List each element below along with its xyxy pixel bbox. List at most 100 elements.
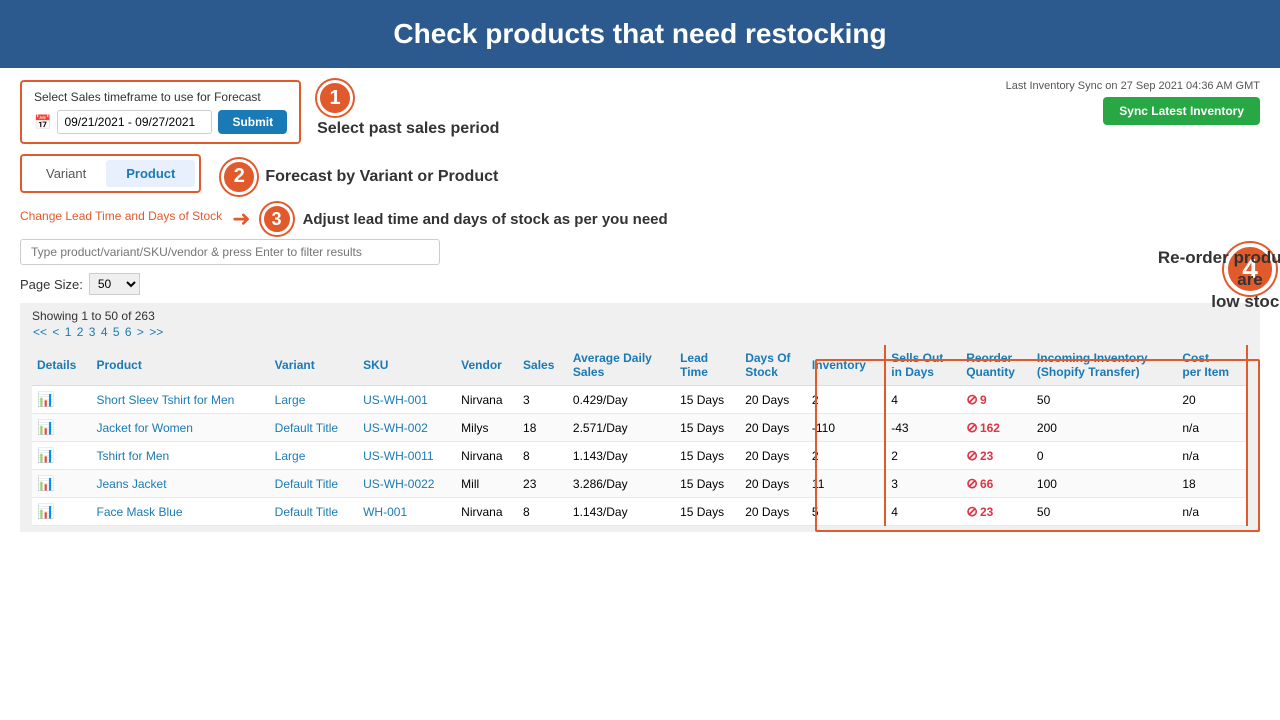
page-next[interactable]: > — [137, 325, 144, 339]
page-1[interactable]: 1 — [65, 325, 72, 339]
forecast-box: Select Sales timeframe to use for Foreca… — [20, 80, 301, 144]
submit-button[interactable]: Submit — [218, 110, 287, 134]
page-6[interactable]: 6 — [125, 325, 132, 339]
cell-cost: n/a — [1177, 414, 1247, 442]
cell-sells-out: -43 — [885, 414, 961, 442]
product-link[interactable]: Jeans Jacket — [96, 477, 166, 491]
col-sells-out: Sells Outin Days — [885, 345, 961, 386]
cell-lead-time: 15 Days — [675, 470, 740, 498]
cell-cost: 20 — [1177, 386, 1247, 414]
page-size-select[interactable]: 50 25 100 — [89, 273, 140, 295]
cell-lead-time: 15 Days — [675, 414, 740, 442]
page-last[interactable]: >> — [149, 325, 163, 339]
cell-product: Tshirt for Men — [91, 442, 269, 470]
pagination: << < 1 2 3 4 5 6 > >> — [32, 325, 1248, 339]
product-link[interactable]: Tshirt for Men — [96, 449, 169, 463]
cell-reorder-qty: ⊘66 — [961, 470, 1032, 498]
table-row: 📊Tshirt for MenLargeUS-WH-0011Nirvana81.… — [32, 442, 1247, 470]
page-header: Check products that need restocking — [0, 0, 1280, 68]
chart-icon[interactable]: 📊 — [37, 503, 54, 519]
cell-avg-daily: 0.429/Day — [568, 386, 675, 414]
lead-time-link[interactable]: Change Lead Time and Days of Stock — [20, 209, 222, 223]
sync-section: Last Inventory Sync on 27 Sep 2021 04:36… — [1006, 80, 1260, 125]
cell-variant: Large — [270, 386, 358, 414]
cell-days-stock: 20 Days — [740, 470, 807, 498]
annotation-bubble-2: 2 — [221, 159, 257, 195]
data-table: Details Product Variant SKU Vendor Sales… — [32, 345, 1248, 526]
page-2[interactable]: 2 — [77, 325, 84, 339]
col-days-stock: Days OfStock — [740, 345, 807, 386]
variant-text: Default Title — [275, 421, 338, 435]
sku-link[interactable]: WH-001 — [363, 505, 407, 519]
lead-time-row: Change Lead Time and Days of Stock ➜ 3 A… — [20, 203, 1260, 235]
col-variant: Variant — [270, 345, 358, 386]
page-3[interactable]: 3 — [89, 325, 96, 339]
cell-avg-daily: 2.571/Day — [568, 414, 675, 442]
tab-variant[interactable]: Variant — [26, 160, 106, 187]
error-icon: ⊘ — [966, 447, 978, 463]
cell-details: 📊 — [32, 442, 91, 470]
cell-variant: Default Title — [270, 470, 358, 498]
sku-link[interactable]: US-WH-0022 — [363, 477, 434, 491]
cell-product: Short Sleev Tshirt for Men — [91, 386, 269, 414]
cell-incoming: 0 — [1032, 442, 1177, 470]
table-row: 📊Jacket for WomenDefault TitleUS-WH-002M… — [32, 414, 1247, 442]
page-4[interactable]: 4 — [101, 325, 108, 339]
col-reorder-qty: ReorderQuantity — [961, 345, 1032, 386]
sku-link[interactable]: US-WH-001 — [363, 393, 428, 407]
cell-sells-out: 3 — [885, 470, 961, 498]
cell-sells-out: 4 — [885, 498, 961, 526]
cell-days-stock: 20 Days — [740, 386, 807, 414]
cell-days-stock: 20 Days — [740, 498, 807, 526]
page-first[interactable]: << — [33, 325, 47, 339]
cell-product: Jacket for Women — [91, 414, 269, 442]
cell-inventory: 2 — [807, 386, 885, 414]
col-cost: Costper Item — [1177, 345, 1247, 386]
chart-icon[interactable]: 📊 — [37, 475, 54, 491]
cell-inventory: 11 — [807, 470, 885, 498]
chart-icon[interactable]: 📊 — [37, 419, 54, 435]
chart-icon[interactable]: 📊 — [37, 447, 54, 463]
cell-details: 📊 — [32, 498, 91, 526]
cell-reorder-qty: ⊘23 — [961, 498, 1032, 526]
cell-avg-daily: 3.286/Day — [568, 470, 675, 498]
variant-product-tabs: Variant Product — [20, 154, 201, 193]
tabs-row: Variant Product 2 Forecast by Variant or… — [20, 154, 1260, 199]
product-link[interactable]: Face Mask Blue — [96, 505, 182, 519]
annotation-text-4: Re-order products that are low stock — [1150, 247, 1280, 313]
chart-icon[interactable]: 📊 — [37, 391, 54, 407]
cell-cost: 18 — [1177, 470, 1247, 498]
sku-link[interactable]: US-WH-0011 — [363, 449, 433, 463]
cell-vendor: Nirvana — [456, 498, 518, 526]
variant-text: Default Title — [275, 505, 338, 519]
page-5[interactable]: 5 — [113, 325, 120, 339]
cell-incoming: 100 — [1032, 470, 1177, 498]
col-product: Product — [91, 345, 269, 386]
cell-variant: Large — [270, 442, 358, 470]
forecast-label: Select Sales timeframe to use for Foreca… — [34, 90, 287, 104]
tab-product[interactable]: Product — [106, 160, 195, 187]
product-link[interactable]: Short Sleev Tshirt for Men — [96, 393, 234, 407]
filter-input[interactable] — [20, 239, 440, 265]
error-icon: ⊘ — [966, 503, 978, 519]
cell-inventory: -110 — [807, 414, 885, 442]
product-link[interactable]: Jacket for Women — [96, 421, 192, 435]
cell-sku: US-WH-001 — [358, 386, 456, 414]
cell-variant: Default Title — [270, 414, 358, 442]
col-lead-time: LeadTime — [675, 345, 740, 386]
cell-sku: WH-001 — [358, 498, 456, 526]
cell-lead-time: 15 Days — [675, 442, 740, 470]
date-range-input[interactable] — [57, 110, 212, 134]
cell-incoming: 200 — [1032, 414, 1177, 442]
page-prev[interactable]: < — [52, 325, 59, 339]
col-incoming: Incoming Inventory(Shopify Transfer) — [1032, 345, 1177, 386]
cell-details: 📊 — [32, 386, 91, 414]
cell-sales: 8 — [518, 498, 568, 526]
sku-link[interactable]: US-WH-002 — [363, 421, 428, 435]
sync-button[interactable]: Sync Latest Inventory — [1103, 97, 1260, 125]
calendar-icon: 📅 — [34, 114, 51, 131]
cell-lead-time: 15 Days — [675, 498, 740, 526]
date-input-row: 📅 Submit — [34, 110, 287, 134]
table-row: 📊 Short Sleev Tshirt for Men Large US-WH-00… — [32, 386, 1247, 414]
cell-reorder-qty: ⊘162 — [961, 414, 1032, 442]
